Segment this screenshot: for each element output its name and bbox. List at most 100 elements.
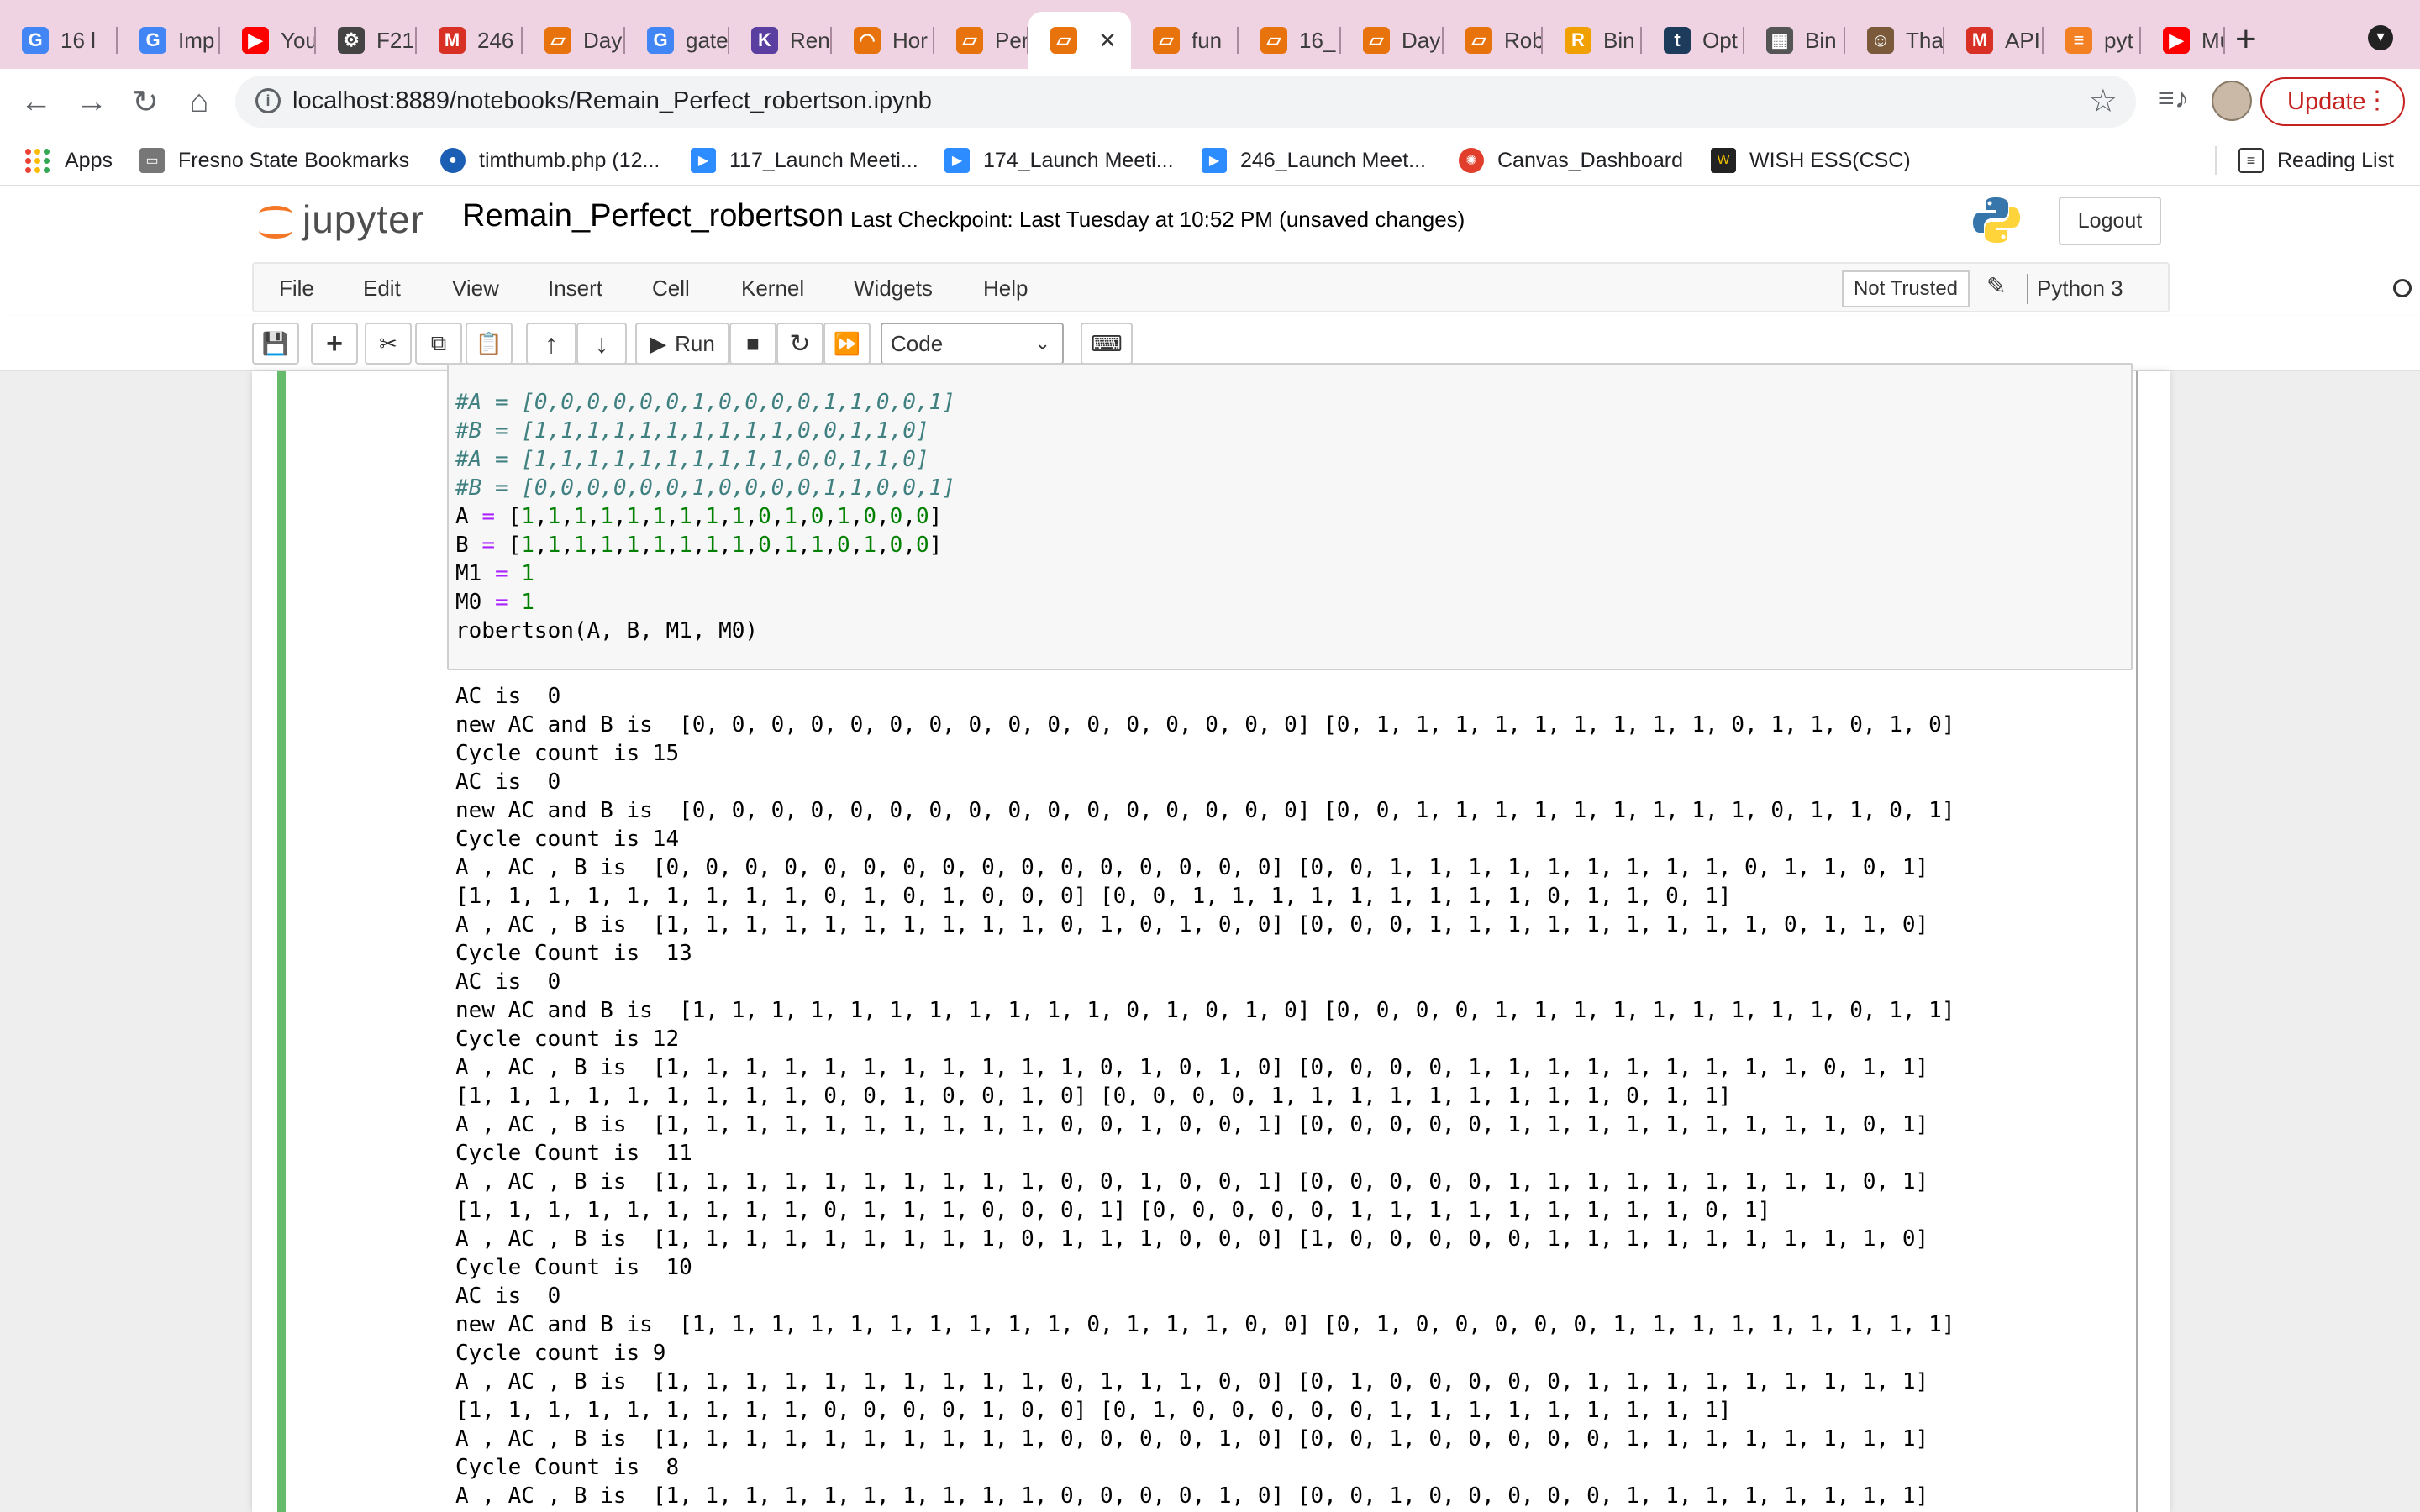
tab-search-icon[interactable]: ▼ [2368,25,2393,50]
edit-pencil-icon[interactable]: ✎ [1986,272,2006,300]
back-icon[interactable]: ← [15,81,57,123]
bookmark-label: Fresno State Bookmarks [178,148,410,172]
tab-label: pyt [2104,27,2133,53]
run-button[interactable]: ▶ Run [635,323,729,365]
cut-icon[interactable]: ✂ [365,323,412,365]
new-tab-icon[interactable]: + [2235,18,2257,60]
cell-type-select[interactable]: Code ⌄ [881,323,1064,365]
forward-icon[interactable]: → [71,81,113,123]
tab[interactable]: ▱ × [1028,12,1131,69]
code-editor[interactable]: #A = [0,0,0,0,0,0,1,0,0,0,0,1,1,0,0,1] #B… [455,388,955,645]
code-line[interactable]: M1 = 1 [455,559,955,588]
bookmark-fresno-state[interactable]: ▭ Fresno State Bookmarks [139,144,409,176]
jupyter-orbit-icon [257,197,294,241]
reload-icon[interactable]: ↻ [124,81,166,123]
code-line[interactable]: #B = [1,1,1,1,1,1,1,1,1,1,0,0,1,1,0] [455,417,955,445]
tab[interactable]: ▱ 16_ [1239,12,1341,69]
media-queue-icon[interactable]: ≡♪ [2158,82,2189,115]
tab[interactable]: ▱ Rob [1444,12,1543,69]
interrupt-icon[interactable]: ■ [729,323,776,365]
tds-icon: t [1664,27,1691,54]
insert-cell-icon[interactable]: + [311,323,358,365]
code-line[interactable]: A = [1,1,1,1,1,1,1,1,1,0,1,0,1,0,0,0] [455,502,955,531]
tab[interactable]: t Opt [1642,12,1744,69]
tab[interactable]: ⚙ F21 [316,12,417,69]
tab[interactable]: M API [1944,12,2044,69]
book-icon: ▱ [544,27,571,54]
google-icon: G [647,27,674,54]
menu-view[interactable]: View [452,276,499,302]
bookmark-246-launch[interactable]: ▶ 246_Launch Meet... [1202,144,1426,176]
menu-insert[interactable]: Insert [548,276,602,302]
tab[interactable]: Ggate [625,12,729,69]
restart-icon[interactable]: ↻ [776,323,823,365]
code-line[interactable]: #A = [1,1,1,1,1,1,1,1,1,1,0,0,1,1,0] [455,445,955,474]
tab[interactable]: ≡ pyt [2044,12,2141,69]
checkpoint-status: Last Checkpoint: Last Tuesday at 10:52 P… [850,207,1465,232]
menu-cell[interactable]: Cell [652,276,690,302]
site-info-icon[interactable]: i [255,88,281,113]
copy-icon[interactable]: ⧉ [415,323,462,365]
keyboard-icon[interactable]: ⌨ [1081,323,1133,365]
trust-button[interactable]: Not Trusted [1842,270,1970,307]
profile-avatar[interactable] [2212,81,2252,121]
menubar-container: File Edit View Insert Cell Kernel Widget… [252,262,2412,312]
r-icon: R [1565,27,1591,54]
code-line[interactable]: #B = [0,0,0,0,0,0,1,0,0,0,0,1,1,0,0,1] [455,474,955,502]
code-input-area[interactable]: #A = [0,0,0,0,0,0,1,0,0,0,0,1,1,0,0,1] #B… [447,363,2133,670]
tab-label: F21 [376,27,414,53]
output-line: Cycle count is 15 [455,741,680,766]
jupyter-logo[interactable]: jupyter [257,197,424,242]
code-line[interactable]: M0 = 1 [455,588,955,617]
output-line: new AC and B is [1, 1, 1, 1, 1, 1, 1, 1,… [455,1312,1955,1337]
bookmark-canvas[interactable]: ✺ Canvas_Dashboard [1459,144,1683,176]
logout-button[interactable]: Logout [2059,197,2161,245]
code-line[interactable]: #A = [0,0,0,0,0,0,1,0,0,0,0,1,1,0,0,1] [455,388,955,417]
bookmark-timthumb[interactable]: ● timthumb.php (12... [440,144,660,176]
notebook-name[interactable]: Remain_Perfect_robertson [462,198,844,234]
paste-icon[interactable]: 📋 [466,323,513,365]
tab[interactable]: ▶ Mu [2141,12,2225,69]
notebook-area: #A = [0,0,0,0,0,0,1,0,0,0,0,1,1,0,0,1] #B… [0,363,2420,1512]
code-line[interactable]: robertson(A, B, M1, M0) [455,617,955,645]
restart-run-all-icon[interactable]: ⏩ [823,323,871,365]
bookmarks-bar: Apps ▭ Fresno State Bookmarks ● timthumb… [0,134,2420,186]
bookmark-star-icon[interactable]: ☆ [2089,82,2118,120]
tab-label: Mu [2202,27,2225,53]
google-icon: G [139,27,166,54]
tab[interactable]: ▶ You [220,12,316,69]
tab[interactable]: G Imp [118,12,220,69]
tab[interactable]: ▱ Day [523,12,625,69]
move-down-icon[interactable]: ↓ [576,323,627,365]
tab[interactable]: ☺ Tha [1845,12,1944,69]
home-icon[interactable]: ⌂ [178,81,220,123]
tab[interactable]: G 16 l [0,12,118,69]
bookmark-117-launch[interactable]: ▶ 117_Launch Meeti... [691,144,918,176]
tab[interactable]: ▱ Day [1341,12,1444,69]
menu-edit[interactable]: Edit [363,276,401,302]
tab[interactable]: ▱ Per [934,12,1028,69]
tab[interactable]: ▦ Bin [1744,12,1845,69]
menu-file[interactable]: File [279,276,314,302]
tab[interactable]: R Bin [1543,12,1642,69]
tab[interactable]: ▱ fun [1131,12,1239,69]
address-bar[interactable]: i localhost:8889/notebooks/Remain_Perfec… [235,76,2136,128]
update-button[interactable]: Update ⋮ [2260,77,2405,126]
bookmark-apps[interactable]: Apps [25,144,113,176]
menu-kernel[interactable]: Kernel [741,276,804,302]
move-up-icon[interactable]: ↑ [526,323,576,365]
tab-label: Bin [1805,27,1837,53]
output-line: Cycle count is 12 [455,1026,680,1052]
reading-list[interactable]: ≡ Reading List [2238,144,2394,176]
close-icon[interactable]: × [1099,24,1116,57]
save-icon[interactable]: 💾 [252,323,299,365]
url-text[interactable]: localhost:8889/notebooks/Remain_Perfect_… [292,87,932,115]
tab[interactable]: M 246 [417,12,523,69]
bookmark-wish[interactable]: W WISH ESS(CSC) [1711,144,1911,176]
tab[interactable]: ◠ Hor [832,12,934,69]
code-line[interactable]: B = [1,1,1,1,1,1,1,1,1,0,1,1,0,1,0,0] [455,531,955,559]
menu-widgets[interactable]: Widgets [854,276,933,302]
menu-help[interactable]: Help [983,276,1028,302]
tab[interactable]: K Ren [729,12,832,69]
bookmark-174-launch[interactable]: ▶ 174_Launch Meeti... [944,144,1174,176]
